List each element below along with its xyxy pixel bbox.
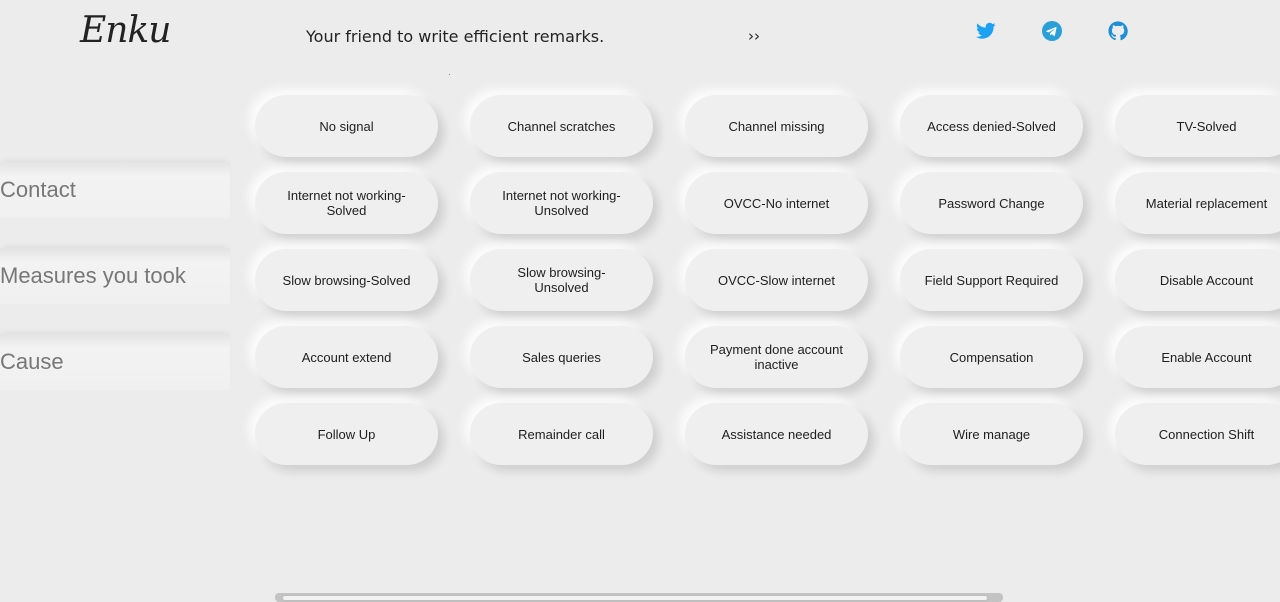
sidebar-item-measures[interactable]: Measures you took — [0, 248, 230, 304]
twitter-link[interactable] — [975, 20, 997, 42]
scrollbar-thumb[interactable] — [282, 595, 988, 601]
remark-button[interactable]: Account extend — [255, 326, 438, 388]
remark-button[interactable]: Field Support Required — [900, 249, 1083, 311]
remark-button[interactable]: No signal — [255, 95, 438, 157]
remark-button[interactable]: Payment done account inactive — [685, 326, 868, 388]
telegram-icon — [1042, 21, 1062, 41]
sidebar-item-contact[interactable]: Contact — [0, 162, 230, 218]
remark-button[interactable]: Slow browsing-Unsolved — [470, 249, 653, 311]
remark-button[interactable]: Disable Account — [1115, 249, 1280, 311]
logo[interactable]: Enku — [80, 10, 171, 51]
sidebar-item-label: Cause — [0, 349, 64, 374]
remark-button[interactable]: Material replacement — [1115, 172, 1280, 234]
tagline: Your friend to write efficient remarks. — [306, 27, 605, 46]
twitter-icon — [976, 22, 996, 39]
sidebar-item-label: Contact — [0, 177, 76, 202]
remark-button[interactable]: OVCC-No internet — [685, 172, 868, 234]
remark-button[interactable]: Assistance needed — [685, 403, 868, 465]
decorative-dot — [449, 74, 450, 75]
github-link[interactable] — [1107, 20, 1129, 42]
remark-button[interactable]: Channel scratches — [470, 95, 653, 157]
sidebar-item-label: Measures you took — [0, 263, 186, 288]
app-page: Enku Your friend to write efficient rema… — [0, 0, 1280, 602]
remark-button[interactable]: Slow browsing-Solved — [255, 249, 438, 311]
sidebar-item-cause[interactable]: Cause — [0, 334, 230, 390]
remark-button[interactable]: Remainder call — [470, 403, 653, 465]
remark-button[interactable]: Connection Shift — [1115, 403, 1280, 465]
telegram-link[interactable] — [1041, 20, 1063, 42]
expand-toggle-button[interactable]: ›› — [748, 27, 760, 45]
remark-button[interactable]: Enable Account — [1115, 326, 1280, 388]
remark-button[interactable]: TV-Solved — [1115, 95, 1280, 157]
remark-button[interactable]: Internet not working-Solved — [255, 172, 438, 234]
remark-button[interactable]: Access denied-Solved — [900, 95, 1083, 157]
remark-button[interactable]: Wire manage — [900, 403, 1083, 465]
github-icon — [1108, 21, 1128, 41]
remark-button[interactable]: OVCC-Slow internet — [685, 249, 868, 311]
remark-button[interactable]: Internet not working-Unsolved — [470, 172, 653, 234]
remark-button[interactable]: Channel missing — [685, 95, 868, 157]
remark-button[interactable]: Compensation — [900, 326, 1083, 388]
remark-button[interactable]: Follow Up — [255, 403, 438, 465]
remark-button[interactable]: Password Change — [900, 172, 1083, 234]
remark-button[interactable]: Sales queries — [470, 326, 653, 388]
